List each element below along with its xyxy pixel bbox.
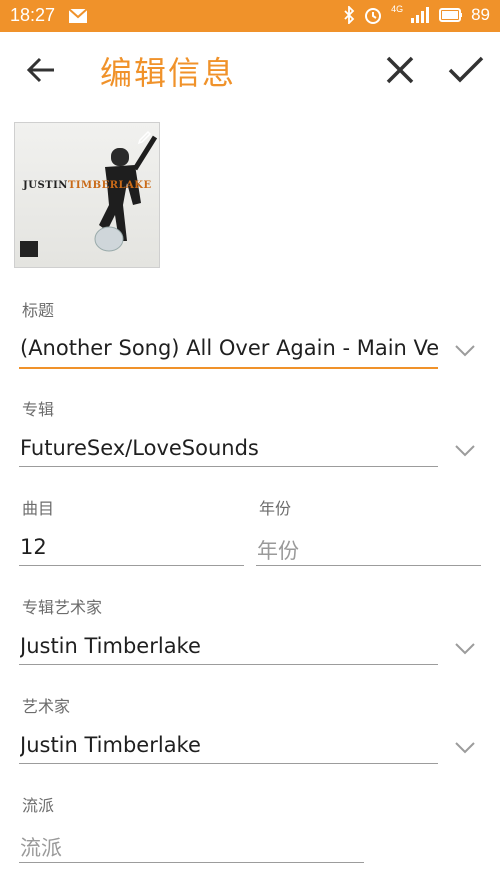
cover-title-text: JUSTINTIMBERLAKE bbox=[23, 180, 152, 191]
cover-text-artist-last: TIMBERLAKE bbox=[67, 180, 152, 191]
year-underline bbox=[256, 565, 481, 566]
network-type: 4G bbox=[391, 4, 404, 14]
genre-label: 流派 bbox=[22, 796, 55, 815]
pencil-icon[interactable] bbox=[137, 129, 153, 145]
status-right: 4G 89 bbox=[343, 4, 490, 25]
album-artist-underline bbox=[19, 664, 438, 665]
chevron-down-icon[interactable] bbox=[454, 642, 476, 656]
album-underline bbox=[19, 466, 438, 467]
artist-label: 艺术家 bbox=[22, 697, 71, 716]
album-artist-input[interactable]: Justin Timberlake bbox=[20, 634, 438, 658]
album-label: 专辑 bbox=[22, 400, 55, 419]
album-artist-label: 专辑艺术家 bbox=[22, 598, 103, 617]
artist-input[interactable]: Justin Timberlake bbox=[20, 733, 438, 757]
track-input[interactable]: 12 bbox=[20, 535, 242, 559]
chevron-down-icon[interactable] bbox=[454, 741, 476, 755]
battery-icon bbox=[439, 8, 463, 22]
status-time: 18:27 bbox=[10, 5, 56, 25]
title-underline bbox=[19, 367, 438, 369]
chevron-down-icon[interactable] bbox=[454, 344, 476, 358]
track-label: 曲目 bbox=[22, 499, 55, 518]
mail-icon bbox=[68, 8, 88, 23]
close-icon[interactable] bbox=[382, 52, 418, 88]
genre-input[interactable]: 流派 bbox=[20, 832, 360, 862]
app-bar: 编辑信息 bbox=[0, 32, 500, 108]
bluetooth-icon bbox=[344, 6, 355, 24]
album-cover[interactable]: JUSTINTIMBERLAKE bbox=[14, 122, 160, 268]
signal-icon bbox=[411, 7, 430, 23]
page-title: 编辑信息 bbox=[100, 54, 237, 92]
genre-underline bbox=[19, 862, 364, 863]
alarm-icon bbox=[365, 8, 382, 24]
year-label: 年份 bbox=[259, 499, 292, 518]
track-underline bbox=[19, 565, 244, 566]
artist-underline bbox=[19, 763, 438, 764]
check-icon[interactable] bbox=[446, 52, 486, 88]
album-input[interactable]: FutureSex/LoveSounds bbox=[20, 436, 438, 460]
back-arrow-icon[interactable] bbox=[24, 52, 60, 88]
title-input[interactable]: (Another Song) All Over Again - Main Ver bbox=[20, 336, 438, 360]
cover-text-artist-first: JUSTIN bbox=[23, 180, 68, 191]
year-input[interactable]: 年份 bbox=[257, 535, 479, 565]
status-bar: 18:27 4G 89 bbox=[0, 0, 500, 32]
battery-level: 89 bbox=[471, 5, 490, 24]
chevron-down-icon[interactable] bbox=[454, 444, 476, 458]
title-label: 标题 bbox=[22, 301, 55, 320]
